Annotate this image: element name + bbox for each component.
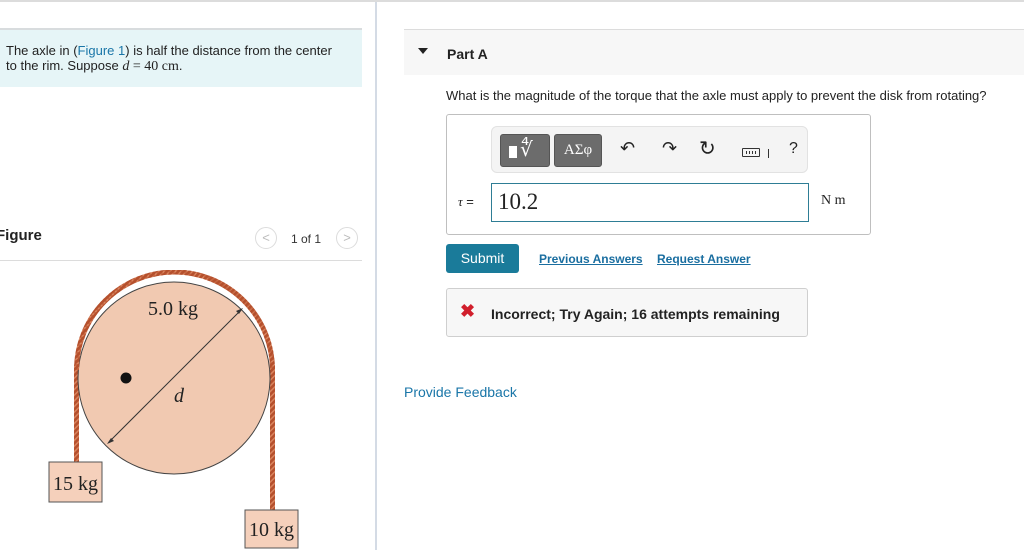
answer-unit: N m (821, 193, 846, 208)
axle-dot (120, 372, 132, 384)
question-text: What is the magnitude of the torque that… (446, 88, 987, 103)
problem-text: to the rim. Suppose (6, 58, 123, 73)
disk-mass-label: 5.0 kg (148, 298, 198, 320)
block-left-label: 15 kg (53, 473, 98, 495)
figure-link[interactable]: Figure 1 (78, 43, 126, 58)
caret-down-icon[interactable] (418, 48, 428, 54)
pulley-diagram: 5.0 kg d 15 kg 10 kg (48, 269, 299, 549)
math-expression: d = 40 cm (122, 59, 179, 74)
chevron-right-icon: > (343, 230, 351, 245)
placeholder-block-icon (509, 146, 517, 158)
reset-icon[interactable]: ↻ (699, 136, 716, 161)
math-unit: cm (161, 59, 179, 74)
undo-icon[interactable]: ↶ (620, 138, 635, 159)
chevron-left-icon: < (262, 230, 270, 245)
feedback-message: Incorrect; Try Again; 16 attempts remain… (491, 306, 780, 322)
part-a-header[interactable]: Part A (404, 29, 1024, 75)
incorrect-x-icon: ✖ (460, 301, 476, 321)
keyboard-icon[interactable] (742, 148, 760, 157)
part-title: Part A (447, 46, 488, 62)
rope-right (270, 365, 275, 510)
figure-diagram: 5.0 kg d 15 kg 10 kg (40, 269, 310, 550)
math-equals: = 40 (129, 59, 162, 74)
help-button[interactable]: ? (789, 140, 798, 158)
problem-text: The axle in ( (6, 43, 78, 58)
feedback-box: ✖ Incorrect; Try Again; 16 attempts rema… (446, 288, 808, 337)
figure-prev-button[interactable]: < (255, 227, 277, 249)
math-toolbar: ∜ ΑΣφ ↶ ↷ ↻ ? (491, 126, 808, 173)
answer-input[interactable]: 10.2 (491, 183, 809, 222)
templates-button[interactable]: ∜ (500, 134, 550, 167)
toolbar-separator (768, 149, 769, 158)
block-right-label: 10 kg (249, 519, 294, 541)
equals-sign: = (462, 194, 474, 209)
previous-answers-link[interactable]: Previous Answers (539, 252, 643, 266)
greek-symbols-button[interactable]: ΑΣφ (554, 134, 602, 167)
figure-header: Figure < 1 of 1 > (0, 224, 362, 261)
column-divider (375, 2, 377, 550)
templates-icon: ∜ (520, 139, 533, 161)
request-answer-link[interactable]: Request Answer (657, 252, 751, 266)
answer-box: ∜ ΑΣφ ↶ ↷ ↻ ? τ = 10.2 N m (446, 114, 871, 235)
problem-statement: The axle in (Figure 1) is half the dista… (0, 28, 362, 87)
diameter-label: d (174, 385, 185, 407)
figure-next-button[interactable]: > (336, 227, 358, 249)
figure-page-count: 1 of 1 (291, 232, 322, 246)
submit-button[interactable]: Submit (446, 244, 519, 273)
redo-icon[interactable]: ↷ (662, 138, 677, 159)
problem-text: ) is half the distance from the center (125, 43, 332, 58)
problem-text: . (178, 58, 183, 73)
provide-feedback-link[interactable]: Provide Feedback (404, 384, 517, 400)
figure-title: Figure (0, 227, 42, 244)
top-border (0, 0, 1024, 2)
answer-variable-label: τ = (458, 194, 474, 210)
